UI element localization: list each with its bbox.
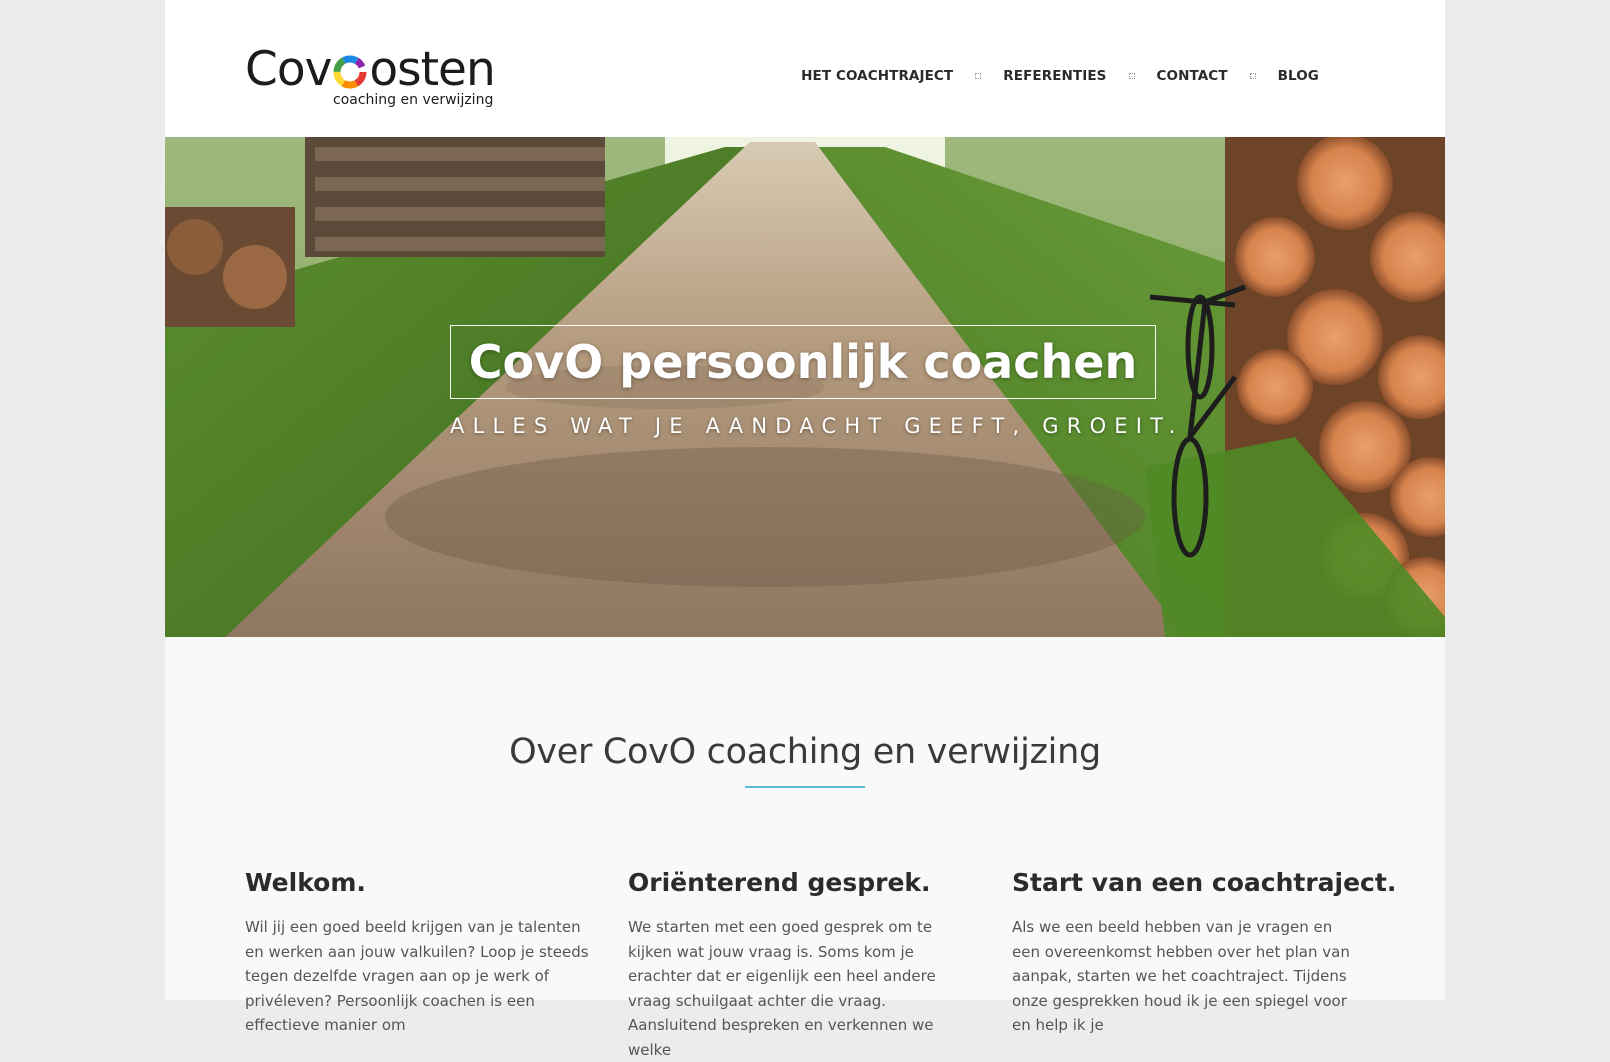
hero-subtitle: ALLES WAT JE AANDACHT GEEFT, GROEIT. xyxy=(450,414,1184,438)
dotted-square-icon xyxy=(1249,73,1256,79)
about-column-start-coachtraject: Start van een coachtraject. Als we een b… xyxy=(1012,868,1397,1038)
about-column-welkom: Welkom. Wil jij een goed beeld krijgen v… xyxy=(245,868,595,1038)
site-header: Cov osten coaching en verwijzing HET COA… xyxy=(165,0,1445,137)
column-text: Wil jij een goed beeld krijgen van je ta… xyxy=(245,918,589,1034)
logo-tagline: coaching en verwijzing xyxy=(333,92,494,108)
about-section-title: Over CovO coaching en verwijzing xyxy=(509,732,1101,772)
nav-item-blog[interactable]: BLOG xyxy=(1278,68,1319,84)
column-heading: Oriënterend gesprek. xyxy=(628,868,931,897)
column-heading: Start van een coachtraject. xyxy=(1012,868,1397,897)
logo-wordmark: Cov osten xyxy=(245,42,496,97)
main-nav: HET COACHTRAJECT REFERENTIES CONTACT BLO… xyxy=(801,68,1319,84)
column-text: We starten met een goed gesprek om te ki… xyxy=(628,918,936,1059)
column-text: Als we een beeld hebben van je vragen en… xyxy=(1012,918,1350,1034)
logo-word-end: osten xyxy=(369,42,495,97)
dotted-square-icon xyxy=(1128,73,1135,79)
site-logo[interactable]: Cov osten coaching en verwijzing xyxy=(245,46,496,114)
column-heading: Welkom. xyxy=(245,868,366,897)
hero-title-frame: CovO persoonlijk coachen xyxy=(450,325,1156,399)
rainbow-ring-icon xyxy=(333,55,367,88)
nav-item-het-coachtraject[interactable]: HET COACHTRAJECT xyxy=(801,68,953,84)
hero-title: CovO persoonlijk coachen xyxy=(468,335,1138,389)
about-column-orienterend-gesprek: Oriënterend gesprek. We starten met een … xyxy=(628,868,978,1062)
nav-item-contact[interactable]: CONTACT xyxy=(1157,68,1228,84)
nav-item-referenties[interactable]: REFERENTIES xyxy=(1003,68,1106,84)
hero-banner: CovO persoonlijk coachen ALLES WAT JE AA… xyxy=(165,137,1445,637)
page: Cov osten coaching en verwijzing HET COA… xyxy=(165,0,1445,1059)
logo-word-start: Cov xyxy=(245,42,332,97)
dotted-square-icon xyxy=(975,73,982,79)
title-underline xyxy=(745,786,865,788)
